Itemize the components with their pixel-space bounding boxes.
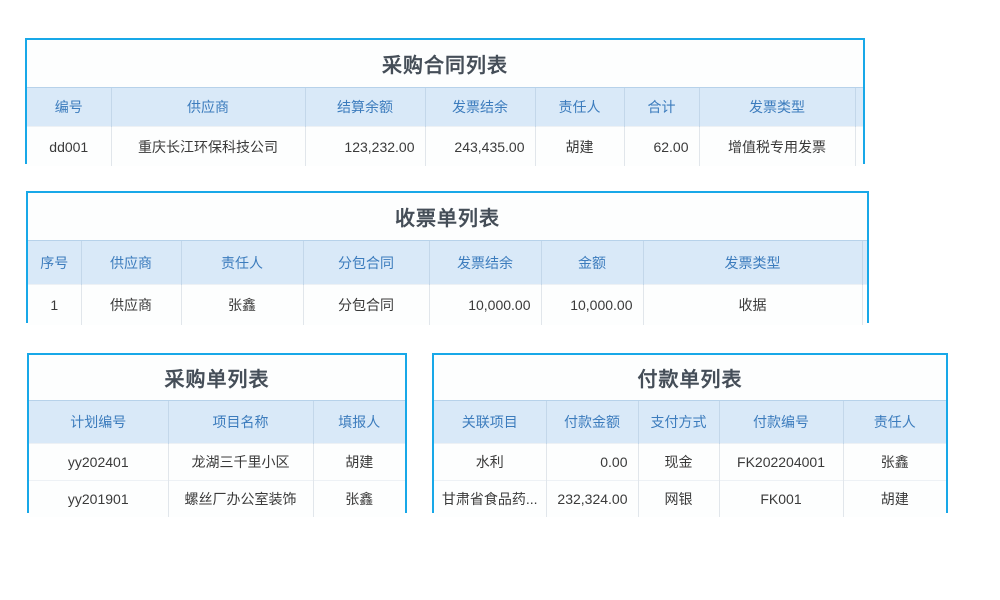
- report-dashboard: 采购合同列表 编号 供应商 结算余额 发票结余 责任人 合计 发票类型: [0, 0, 1000, 600]
- purchase-order-title: 采购单列表: [29, 355, 405, 400]
- col-header: 支付方式: [638, 401, 719, 444]
- col-header: 编号: [27, 88, 111, 127]
- col-header: 发票类型: [699, 88, 855, 127]
- col-header: 关联项目: [434, 401, 546, 444]
- col-header: 供应商: [111, 88, 305, 127]
- table-cell: 网银: [638, 481, 719, 518]
- table-cell: 水利: [434, 444, 546, 481]
- table-row: 水利 0.00 现金 FK202204001 张鑫: [434, 444, 946, 481]
- table-cell: 重庆长江环保科技公司: [111, 127, 305, 167]
- table-row: dd001 重庆长江环保科技公司 123,232.00 243,435.00 胡…: [27, 127, 863, 167]
- col-header: 项目名称: [168, 401, 313, 444]
- payment-panel: 付款单列表 关联项目 付款金额 支付方式 付款编号 责任人 水利 0.00 现金: [432, 353, 948, 513]
- purchase-order-panel: 采购单列表 计划编号 项目名称 填报人 yy202401 龙湖三千里小区 胡建: [27, 353, 407, 513]
- col-header: 发票类型: [643, 241, 862, 285]
- table-cell: 现金: [638, 444, 719, 481]
- table-cell: 龙湖三千里小区: [168, 444, 313, 481]
- table-cell: 1: [28, 285, 81, 326]
- col-header: 责任人: [843, 401, 946, 444]
- purchase-contract-panel: 采购合同列表 编号 供应商 结算余额 发票结余 责任人 合计 发票类型: [25, 38, 865, 164]
- payment-title: 付款单列表: [434, 355, 946, 400]
- purchase-contract-table: 编号 供应商 结算余额 发票结余 责任人 合计 发票类型 dd001 重庆长江环…: [27, 87, 863, 166]
- col-header: 金额: [541, 241, 643, 285]
- receipt-table: 序号 供应商 责任人 分包合同 发票结余 金额 发票类型 1 供应商 张鑫 分包…: [28, 240, 867, 325]
- table-cell: 胡建: [535, 127, 624, 167]
- table-cell: yy201901: [29, 481, 168, 518]
- col-header: 计划编号: [29, 401, 168, 444]
- table-row: 甘肃省食品药... 232,324.00 网银 FK001 胡建: [434, 481, 946, 518]
- table-cell: 123,232.00: [305, 127, 425, 167]
- table-cell: 10,000.00: [429, 285, 541, 326]
- col-header: 责任人: [181, 241, 303, 285]
- col-header: 结算余额: [305, 88, 425, 127]
- table-cell: 供应商: [81, 285, 181, 326]
- table-cell: 胡建: [313, 444, 405, 481]
- table-cell: 243,435.00: [425, 127, 535, 167]
- table-row: yy201901 螺丝厂办公室装饰 张鑫: [29, 481, 405, 518]
- col-header: 付款编号: [719, 401, 843, 444]
- col-header: 序号: [28, 241, 81, 285]
- col-header: 供应商: [81, 241, 181, 285]
- table-row: yy202401 龙湖三千里小区 胡建: [29, 444, 405, 481]
- table-cell: 收据: [643, 285, 862, 326]
- header-row: 计划编号 项目名称 填报人: [29, 401, 405, 444]
- table-cell: 张鑫: [313, 481, 405, 518]
- col-header: 填报人: [313, 401, 405, 444]
- spacer-col: [855, 88, 863, 127]
- table-cell: 0.00: [546, 444, 638, 481]
- payment-table: 关联项目 付款金额 支付方式 付款编号 责任人 水利 0.00 现金 FK202…: [434, 400, 946, 517]
- spacer-col: [862, 241, 867, 285]
- col-header: 付款金额: [546, 401, 638, 444]
- table-cell: dd001: [27, 127, 111, 167]
- purchase-contract-title: 采购合同列表: [27, 40, 863, 87]
- table-cell: 232,324.00: [546, 481, 638, 518]
- header-row: 编号 供应商 结算余额 发票结余 责任人 合计 发票类型: [27, 88, 863, 127]
- table-cell: 10,000.00: [541, 285, 643, 326]
- header-row: 关联项目 付款金额 支付方式 付款编号 责任人: [434, 401, 946, 444]
- col-header: 发票结余: [429, 241, 541, 285]
- table-cell: 甘肃省食品药...: [434, 481, 546, 518]
- table-cell: FK001: [719, 481, 843, 518]
- table-row: 1 供应商 张鑫 分包合同 10,000.00 10,000.00 收据: [28, 285, 867, 326]
- table-cell: 螺丝厂办公室装饰: [168, 481, 313, 518]
- col-header: 分包合同: [303, 241, 429, 285]
- table-cell: yy202401: [29, 444, 168, 481]
- col-header: 发票结余: [425, 88, 535, 127]
- col-header: 责任人: [535, 88, 624, 127]
- table-cell: 分包合同: [303, 285, 429, 326]
- receipt-panel: 收票单列表 序号 供应商 责任人 分包合同 发票结余 金额 发票类型: [26, 191, 869, 323]
- table-cell: 62.00: [624, 127, 699, 167]
- table-cell: 胡建: [843, 481, 946, 518]
- purchase-order-table: 计划编号 项目名称 填报人 yy202401 龙湖三千里小区 胡建 yy2019…: [29, 400, 405, 517]
- receipt-title: 收票单列表: [28, 193, 867, 240]
- header-row: 序号 供应商 责任人 分包合同 发票结余 金额 发票类型: [28, 241, 867, 285]
- table-cell: 增值税专用发票: [699, 127, 855, 167]
- table-cell: FK202204001: [719, 444, 843, 481]
- spacer-col: [862, 285, 867, 326]
- col-header: 合计: [624, 88, 699, 127]
- spacer-col: [855, 127, 863, 167]
- table-cell: 张鑫: [181, 285, 303, 326]
- table-cell: 张鑫: [843, 444, 946, 481]
